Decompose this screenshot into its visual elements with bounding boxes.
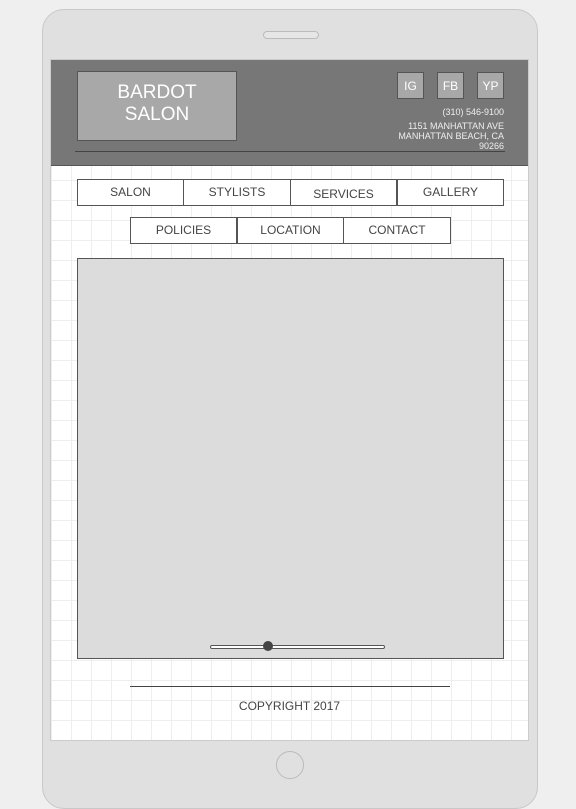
header: BARDOT SALON IG FB YP (310) 546-9100 1151… bbox=[51, 60, 528, 166]
footer-divider bbox=[130, 686, 450, 687]
phone: (310) 546-9100 bbox=[442, 107, 504, 117]
nav-location[interactable]: LOCATION bbox=[237, 217, 344, 244]
nav-stylists[interactable]: STYLISTS bbox=[183, 179, 291, 206]
nav-gallery[interactable]: GALLERY bbox=[397, 179, 504, 206]
home-button[interactable] bbox=[276, 751, 304, 779]
nav-contact[interactable]: CONTACT bbox=[343, 217, 451, 244]
address-zip: 90266 bbox=[478, 141, 504, 151]
logo-line2: SALON bbox=[124, 104, 190, 125]
carousel-slider[interactable] bbox=[210, 641, 385, 651]
instagram-button[interactable]: IG bbox=[397, 72, 424, 99]
nav-policies[interactable]: POLICIES bbox=[130, 217, 237, 244]
logo-line1: BARDOT bbox=[117, 82, 197, 103]
screen: BARDOT SALON IG FB YP (310) 546-9100 1151… bbox=[50, 59, 529, 741]
copyright: COPYRIGHT 2017 bbox=[238, 699, 341, 713]
nav-services[interactable]: SERVICES bbox=[290, 179, 397, 206]
slider-thumb[interactable] bbox=[263, 641, 274, 651]
logo[interactable]: BARDOT SALON bbox=[77, 71, 237, 141]
speaker bbox=[263, 31, 319, 39]
address: 1151 MANHATTAN AVE MANHATTAN BEACH, CA 9… bbox=[398, 121, 504, 151]
header-divider bbox=[75, 151, 505, 152]
nav-salon[interactable]: SALON bbox=[77, 179, 184, 206]
facebook-button[interactable]: FB bbox=[437, 72, 464, 99]
address-line2: MANHATTAN BEACH, CA bbox=[398, 131, 504, 141]
image-carousel bbox=[77, 258, 504, 659]
yelp-button[interactable]: YP bbox=[477, 72, 504, 99]
address-line1: 1151 MANHATTAN AVE bbox=[408, 121, 504, 131]
